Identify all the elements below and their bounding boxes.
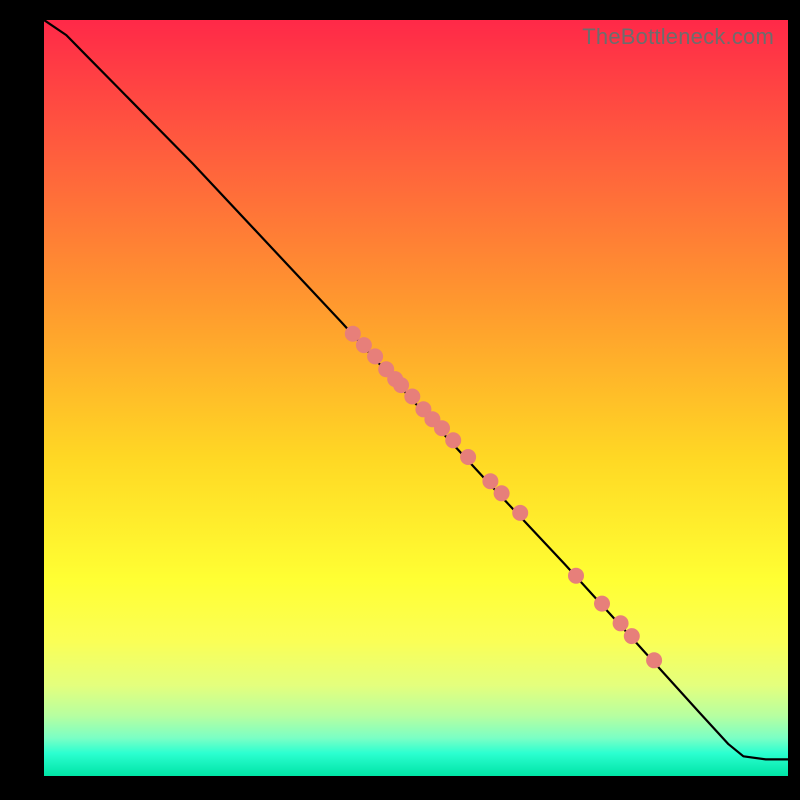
- scatter-point: [445, 432, 461, 448]
- scatter-point: [613, 615, 629, 631]
- scatter-point: [512, 505, 528, 521]
- chart-svg: [44, 20, 788, 776]
- scatter-point: [646, 652, 662, 668]
- scatter-point: [482, 473, 498, 489]
- scatter-point: [404, 389, 420, 405]
- chart-plot-area: TheBottleneck.com: [44, 20, 788, 776]
- scatter-point: [460, 449, 476, 465]
- scatter-point: [393, 377, 409, 393]
- scatter-points: [345, 326, 662, 669]
- scatter-point: [568, 568, 584, 584]
- scatter-point: [624, 628, 640, 644]
- scatter-point: [594, 596, 610, 612]
- scatter-point: [494, 485, 510, 501]
- scatter-point: [367, 348, 383, 364]
- scatter-point: [434, 420, 450, 436]
